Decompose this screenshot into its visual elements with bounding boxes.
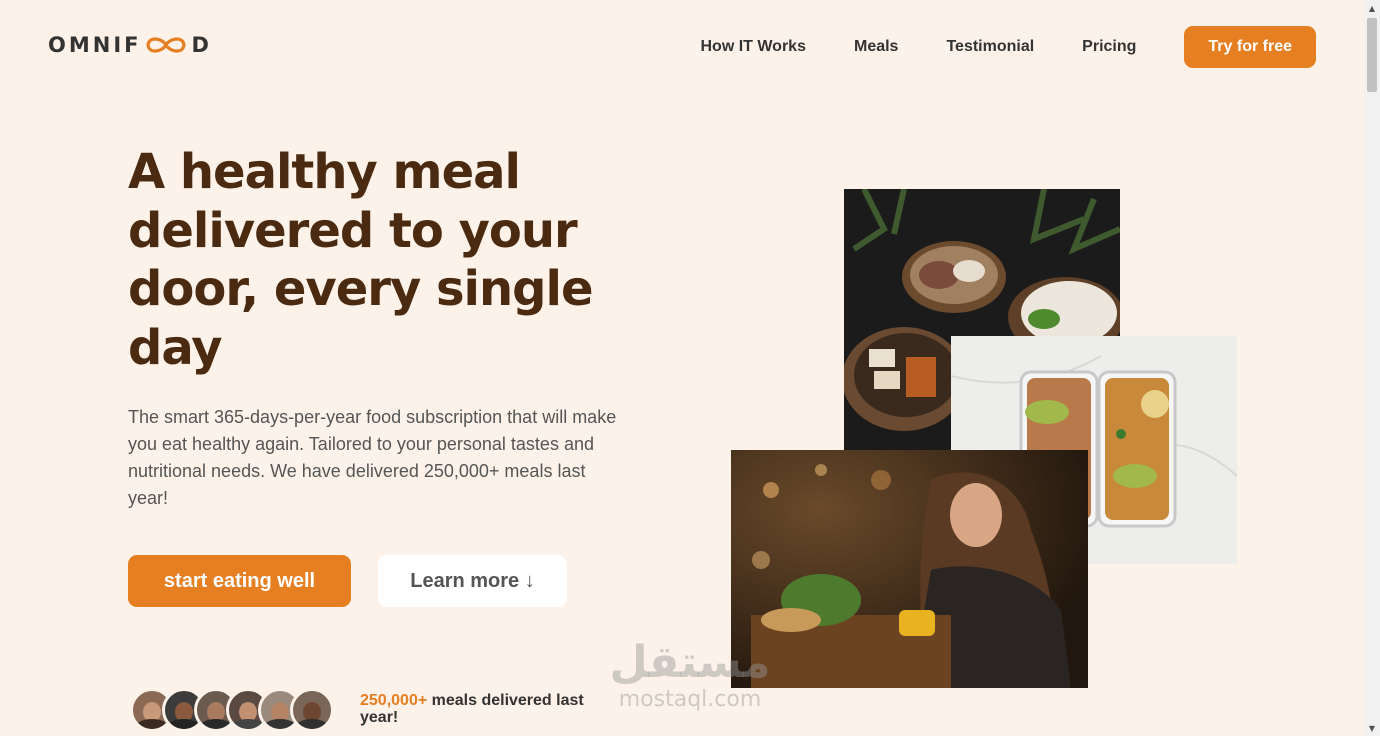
- avatar: [290, 688, 334, 732]
- watermark-latin: mostaql.com: [618, 687, 762, 712]
- learn-more-button[interactable]: Learn more ↓: [378, 555, 567, 607]
- meals-delivered-text: 250,000+ meals delivered last year!: [360, 692, 610, 726]
- meals-delivered-count: 250,000+: [360, 692, 428, 709]
- scrollbar-thumb[interactable]: [1367, 18, 1377, 92]
- watermark: مستقل mostaql.com: [604, 638, 776, 712]
- nav-meals[interactable]: Meals: [854, 38, 898, 56]
- nav-pricing[interactable]: Pricing: [1082, 38, 1136, 56]
- hero-image-woman-eating: [731, 450, 1088, 688]
- logo[interactable]: OMNIF D: [48, 33, 212, 57]
- infinity-icon: [143, 34, 189, 56]
- logo-text-prefix: OMNIF: [48, 33, 142, 57]
- site-header: OMNIF D How IT Works Meals Testimonial P…: [0, 0, 1364, 96]
- watermark-arabic: مستقل: [609, 637, 771, 688]
- chevron-down-icon[interactable]: ▼: [1364, 720, 1380, 736]
- start-eating-well-button[interactable]: start eating well: [128, 555, 351, 607]
- nav-how-it-works[interactable]: How IT Works: [700, 38, 806, 56]
- hero-title: A healthy meal delivered to your door, e…: [128, 144, 594, 376]
- page-scrollbar[interactable]: ▲ ▼: [1364, 0, 1380, 736]
- try-for-free-button[interactable]: Try for free: [1184, 26, 1316, 68]
- logo-text-suffix: D: [191, 33, 212, 57]
- main-nav: How IT Works Meals Testimonial Pricing T…: [700, 26, 1316, 68]
- nav-testimonial[interactable]: Testimonial: [946, 38, 1034, 56]
- customer-avatars: [130, 688, 334, 734]
- chevron-up-icon[interactable]: ▲: [1364, 0, 1380, 16]
- hero-description: The smart 365-days-per-year food subscri…: [128, 407, 617, 508]
